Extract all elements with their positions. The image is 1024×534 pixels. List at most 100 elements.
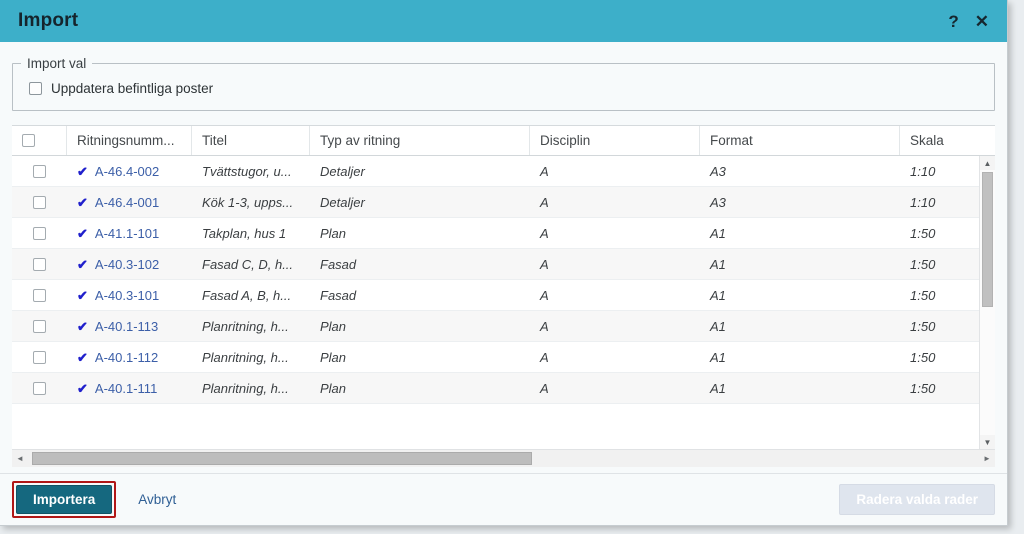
cell-disciplin: A [540,163,549,179]
cell-typ-av-ritning: Plan [320,349,347,365]
update-existing-checkbox[interactable] [29,82,42,95]
cell-ritningsnummer: ✔ A-40.1-113 [67,319,192,334]
table-row[interactable]: ✔ A-40.3-101 Fasad A, B, h... Fasad A A1 1:50 [12,280,995,311]
cell-ritningsnummer-text: A-40.3-101 [94,287,160,303]
table-row[interactable]: ✔ A-40.1-111 Planritning, h... Plan A A1 1:50 [12,373,995,404]
row-select-cell[interactable] [12,195,67,209]
vertical-scroll-track[interactable] [980,170,995,435]
row-checkbox[interactable] [33,381,46,395]
row-select-cell[interactable] [12,350,67,364]
check-icon: ✔ [77,194,88,210]
grid-vertical-scrollbar[interactable]: ▲ ▼ [979,156,995,449]
table-row[interactable]: ✔ A-46.4-001 Kök 1-3, upps... Detaljer A A3 1:… [12,187,995,218]
cell-typ-av-ritning: Plan [320,225,347,241]
check-icon: ✔ [77,318,88,334]
row-select-cell[interactable] [12,164,67,178]
scroll-left-arrow-icon[interactable]: ◄ [12,450,28,467]
help-icon[interactable]: ? [946,10,960,33]
dialog-titlebar: Import ? ✕ [0,0,1007,42]
row-checkbox[interactable] [33,319,46,333]
cell-ritningsnummer: ✔ A-40.1-111 [67,381,192,396]
scroll-down-arrow-icon[interactable]: ▼ [980,435,995,449]
cell-ritningsnummer: ✔ A-40.3-102 [67,257,192,272]
cell-typ-av-ritning: Detaljer [320,194,365,210]
import-button-highlight: Importera [12,480,117,519]
grid-header-disciplin[interactable]: Disciplin [530,126,700,155]
grid-header-ritningsnummer[interactable]: Ritningsnumm... [67,126,192,155]
row-select-cell[interactable] [12,381,67,395]
scroll-up-arrow-icon[interactable]: ▲ [980,156,995,170]
dialog-title: Import [18,10,79,31]
table-row[interactable]: ✔ A-40.3-102 Fasad C, D, h... Fasad A A1 1:50 [12,249,995,280]
row-select-cell[interactable] [12,288,67,302]
cell-format: A1 [710,318,726,334]
check-icon: ✔ [77,380,88,396]
close-icon[interactable]: ✕ [973,10,991,33]
grid-header-select-all[interactable] [12,126,67,155]
cell-typ-av-ritning: Fasad [320,256,357,272]
cell-disciplin: A [540,287,549,303]
row-checkbox[interactable] [33,350,46,364]
cell-disciplin: A [540,194,549,210]
row-checkbox[interactable] [33,288,46,302]
cell-disciplin: A [540,225,549,241]
cell-ritningsnummer: ✔ A-40.1-112 [67,350,192,365]
cell-ritningsnummer-text: A-46.4-002 [94,163,160,179]
update-existing-label: Uppdatera befintliga poster [51,81,214,96]
row-checkbox[interactable] [33,195,46,209]
delete-selected-rows-button[interactable]: Radera valda rader [839,483,995,516]
check-icon: ✔ [77,287,88,303]
cell-ritningsnummer-text: A-46.4-001 [94,194,160,210]
check-icon: ✔ [77,256,88,272]
check-icon: ✔ [77,349,88,365]
grid-header-row: Ritningsnumm... Titel Typ av ritning Dis… [12,126,995,156]
cell-titel: Planritning, h... [202,318,289,334]
table-row[interactable]: ✔ A-46.4-002 Tvättstugor, u... Detaljer A A3 1… [12,156,995,187]
grid-header-typ-av-ritning[interactable]: Typ av ritning [310,126,530,155]
import-options-legend: Import val [27,56,87,71]
select-all-checkbox[interactable] [22,134,35,147]
cell-format: A1 [710,349,726,365]
table-row[interactable]: ✔ A-40.1-112 Planritning, h... Plan A A1 1:50 [12,342,995,373]
grid-header-format[interactable]: Format [700,126,900,155]
horizontal-scroll-track[interactable] [28,450,979,467]
row-select-cell[interactable] [12,257,67,271]
table-row[interactable]: ✔ A-41.1-101 Takplan, hus 1 Plan A A1 1:50 [12,218,995,249]
dialog-footer: Importera Avbryt Radera valda rader [0,473,1007,525]
cell-disciplin: A [540,318,549,334]
cell-ritningsnummer: ✔ A-41.1-101 [67,226,192,241]
import-button[interactable]: Importera [16,484,113,515]
row-checkbox[interactable] [33,257,46,271]
row-select-cell[interactable] [12,319,67,333]
cell-titel: Kök 1-3, upps... [202,194,294,210]
cell-ritningsnummer-text: A-40.3-102 [94,256,160,272]
cell-titel: Fasad A, B, h... [202,287,292,303]
horizontal-scroll-thumb[interactable] [32,452,532,465]
cancel-link[interactable]: Avbryt [138,492,176,507]
row-checkbox[interactable] [33,164,46,178]
cell-titel: Fasad C, D, h... [202,256,294,272]
cell-titel: Planritning, h... [202,349,289,365]
cell-titel: Tvättstugor, u... [202,163,292,179]
cell-format: A1 [710,256,726,272]
grid-header-titel[interactable]: Titel [192,126,310,155]
cell-typ-av-ritning: Plan [320,380,347,396]
row-checkbox[interactable] [33,226,46,240]
cell-format: A3 [710,194,726,210]
grid-header-skala[interactable]: Skala [900,126,1004,155]
cell-format: A1 [710,287,726,303]
row-select-cell[interactable] [12,226,67,240]
cell-typ-av-ritning: Plan [320,318,347,334]
grid-horizontal-scrollbar[interactable]: ◄ ► [12,449,995,467]
vertical-scroll-thumb[interactable] [982,172,993,307]
scroll-right-arrow-icon[interactable]: ► [979,450,995,467]
import-options-fieldset: Import val Uppdatera befintliga poster [12,56,995,111]
dialog-body: Import val Uppdatera befintliga poster R… [0,42,1007,525]
cell-typ-av-ritning: Detaljer [320,163,365,179]
check-icon: ✔ [77,225,88,241]
cell-titel: Planritning, h... [202,380,289,396]
update-existing-row[interactable]: Uppdatera befintliga poster [29,81,994,96]
table-row[interactable]: ✔ A-40.1-113 Planritning, h... Plan A A1 1:50 [12,311,995,342]
cell-format: A1 [710,225,726,241]
cell-ritningsnummer-text: A-41.1-101 [94,225,160,241]
